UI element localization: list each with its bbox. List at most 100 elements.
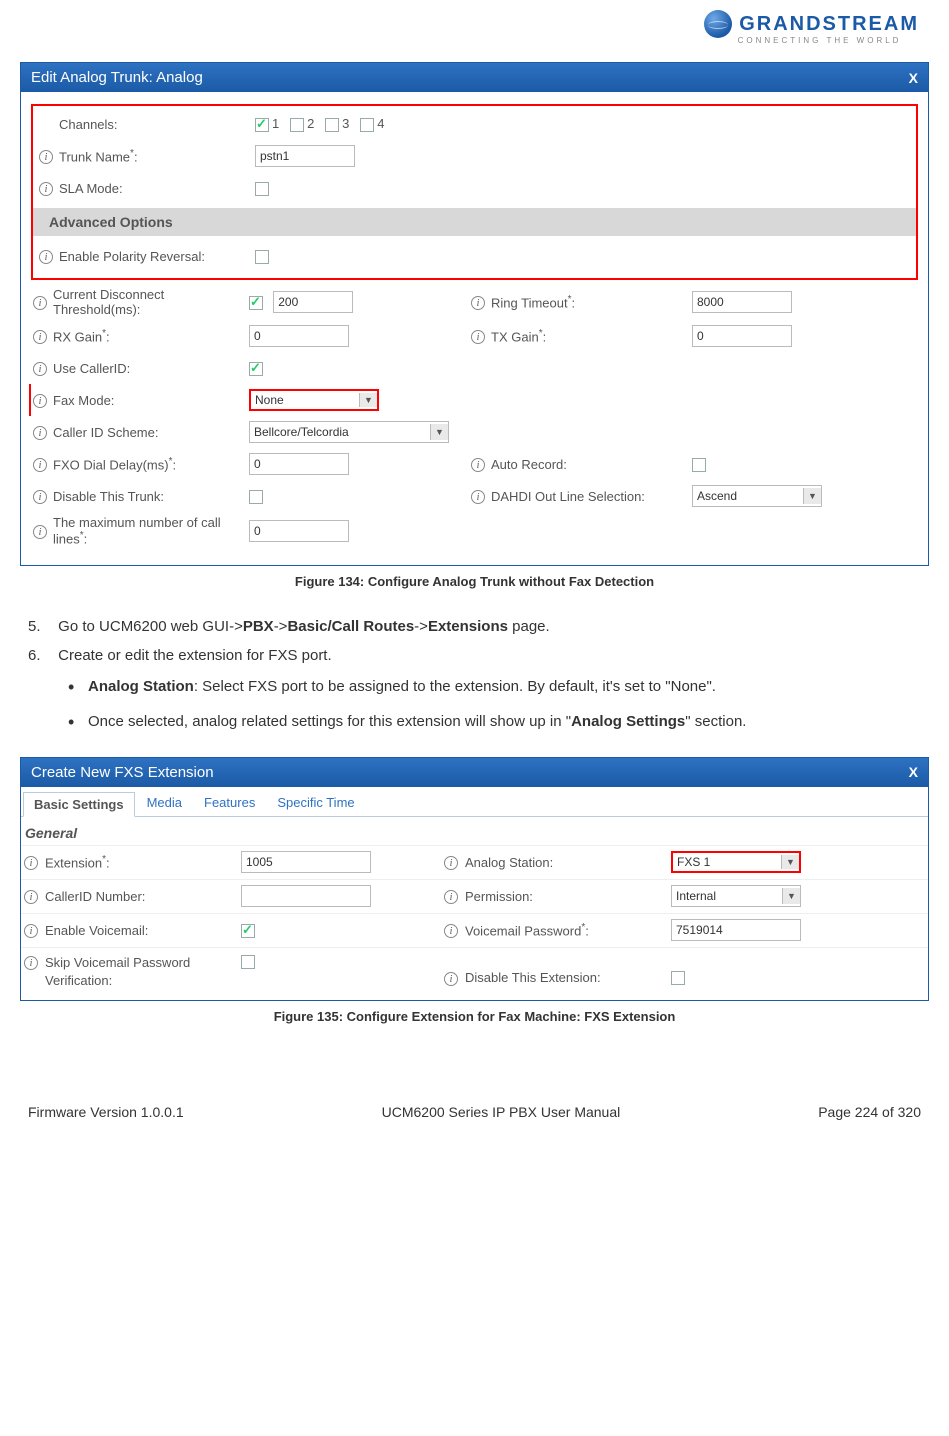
max-lines-input[interactable] [249,520,349,542]
current-disconnect-input[interactable] [273,291,353,313]
sla-mode-checkbox[interactable] [255,182,269,196]
sla-mode-label: SLA Mode: [55,181,255,196]
step-5-number: 5. [28,613,54,642]
globe-icon [704,10,732,38]
modal-title-bar: Create New FXS Extension X [21,758,928,787]
trunk-name-input[interactable] [255,145,355,167]
disable-trunk-checkbox[interactable] [249,490,263,504]
polarity-reversal-checkbox[interactable] [255,250,269,264]
info-icon[interactable]: i [33,426,47,440]
channels-label: Channels: [55,117,255,132]
info-icon[interactable]: i [33,296,47,310]
info-icon[interactable]: i [444,924,458,938]
instruction-block: 5. Go to UCM6200 web GUI->PBX->Basic/Cal… [20,613,929,738]
extension-input[interactable] [241,851,371,873]
voicemail-password-input[interactable] [671,919,801,941]
info-icon[interactable]: i [471,490,485,504]
enable-voicemail-checkbox[interactable] [241,924,255,938]
info-icon[interactable]: i [33,394,47,408]
footer-manual-title: UCM6200 Series IP PBX User Manual [382,1104,621,1120]
bullet-2: Once selected, analog related settings f… [68,705,921,739]
info-icon[interactable]: i [444,856,458,870]
callerid-number-label: CallerID Number: [41,889,241,904]
channels-field: 1 2 3 4 [255,116,455,132]
fax-mode-select[interactable]: None▼ [249,389,379,411]
info-icon[interactable]: i [33,490,47,504]
chevron-down-icon: ▼ [359,393,377,407]
disable-extension-label: Disable This Extension: [461,954,671,985]
use-callerid-label: Use CallerID: [49,361,249,376]
rx-gain-input[interactable] [249,325,349,347]
modal-title-text: Edit Analog Trunk: Analog [31,69,203,86]
ring-timeout-label: Ring Timeout*: [487,294,692,310]
chevron-down-icon: ▼ [803,488,821,504]
analog-station-label: Analog Station: [461,855,671,870]
permission-select[interactable]: Internal▼ [671,885,801,907]
current-disconnect-checkbox[interactable] [249,296,263,310]
info-icon[interactable]: i [24,924,38,938]
tx-gain-label: TX Gain*: [487,328,692,344]
info-icon[interactable]: i [471,330,485,344]
step-6-number: 6. [28,642,54,671]
analog-station-select[interactable]: FXS 1▼ [671,851,801,873]
dahdi-select[interactable]: Ascend▼ [692,485,822,507]
chevron-down-icon: ▼ [781,855,799,869]
callerid-number-input[interactable] [241,885,371,907]
polarity-reversal-label: Enable Polarity Reversal: [55,249,255,264]
info-icon[interactable]: i [24,890,38,904]
info-icon[interactable]: i [33,330,47,344]
skip-vm-password-checkbox[interactable] [241,955,255,969]
use-callerid-checkbox[interactable] [249,362,263,376]
permission-label: Permission: [461,889,671,904]
modal-title-bar: Edit Analog Trunk: Analog X [21,63,928,92]
info-icon[interactable]: i [444,972,458,986]
info-icon[interactable]: i [39,250,53,264]
auto-record-label: Auto Record: [487,457,692,472]
chevron-down-icon: ▼ [430,424,448,440]
tab-media[interactable]: Media [137,791,192,816]
info-icon[interactable]: i [24,856,38,870]
footer-page-number: Page 224 of 320 [818,1104,921,1120]
tx-gain-input[interactable] [692,325,792,347]
channel-3-checkbox[interactable] [325,118,339,132]
info-icon[interactable]: i [33,458,47,472]
advanced-options-header: Advanced Options [33,208,916,236]
general-subheader: General [21,817,928,845]
step-6-text: Create or edit the extension for FXS por… [58,647,331,664]
info-icon[interactable]: i [24,956,38,970]
cid-scheme-select[interactable]: Bellcore/Telcordia▼ [249,421,449,443]
figure-134-caption: Figure 134: Configure Analog Trunk witho… [20,574,929,589]
tab-specific-time[interactable]: Specific Time [267,791,364,816]
info-icon[interactable]: i [471,296,485,310]
auto-record-checkbox[interactable] [692,458,706,472]
close-icon[interactable]: X [909,70,918,86]
highlighted-region: Channels: 1 2 3 4 i Trunk Name*: i SLA M… [31,104,918,280]
info-icon[interactable]: i [39,150,53,164]
info-icon[interactable]: i [33,362,47,376]
chevron-down-icon: ▼ [782,888,800,904]
max-lines-label: The maximum number of call lines*: [49,515,249,546]
channel-2-checkbox[interactable] [290,118,304,132]
info-icon[interactable]: i [471,458,485,472]
page-footer: Firmware Version 1.0.0.1 UCM6200 Series … [20,1084,929,1120]
info-icon[interactable]: i [39,182,53,196]
tabs-bar: Basic Settings Media Features Specific T… [21,787,928,817]
current-disconnect-label: Current Disconnect Threshold(ms): [49,287,249,317]
channel-1-checkbox[interactable] [255,118,269,132]
fxo-delay-input[interactable] [249,453,349,475]
close-icon[interactable]: X [909,764,918,780]
tab-features[interactable]: Features [194,791,265,816]
info-icon[interactable]: i [33,525,47,539]
info-icon[interactable]: i [444,890,458,904]
channel-4-checkbox[interactable] [360,118,374,132]
fxo-delay-label: FXO Dial Delay(ms)*: [49,456,249,472]
tab-basic-settings[interactable]: Basic Settings [23,792,135,817]
brand-header: GRANDSTREAM CONNECTING THE WORLD [20,10,929,56]
dahdi-label: DAHDI Out Line Selection: [487,489,692,504]
figure-135-frame: Create New FXS Extension X Basic Setting… [20,757,929,1001]
disable-extension-checkbox[interactable] [671,971,685,985]
footer-firmware: Firmware Version 1.0.0.1 [28,1104,184,1120]
cid-scheme-label: Caller ID Scheme: [49,425,249,440]
ring-timeout-input[interactable] [692,291,792,313]
figure-134-frame: Edit Analog Trunk: Analog X Channels: 1 … [20,62,929,566]
